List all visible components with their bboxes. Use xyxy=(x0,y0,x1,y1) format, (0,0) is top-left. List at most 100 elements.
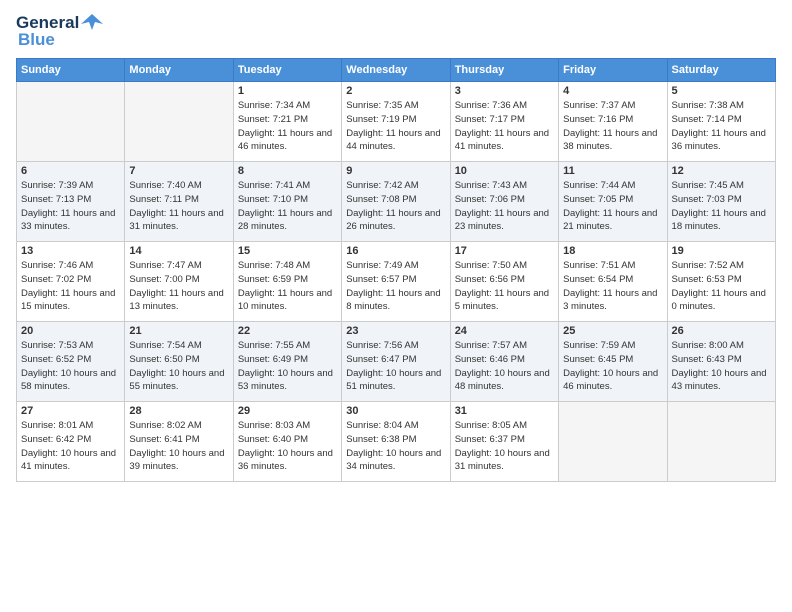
calendar-cell xyxy=(667,402,775,482)
col-header-saturday: Saturday xyxy=(667,59,775,82)
col-header-sunday: Sunday xyxy=(17,59,125,82)
cell-info: Daylight: 10 hours and 51 minutes. xyxy=(346,367,445,395)
day-number: 15 xyxy=(238,245,337,257)
calendar-cell: 1Sunrise: 7:34 AMSunset: 7:21 PMDaylight… xyxy=(233,82,341,162)
day-number: 23 xyxy=(346,325,445,337)
cell-info: Sunset: 7:06 PM xyxy=(455,193,554,207)
cell-info: Daylight: 11 hours and 0 minutes. xyxy=(672,287,771,315)
cell-info: Daylight: 11 hours and 23 minutes. xyxy=(455,207,554,235)
calendar-cell: 20Sunrise: 7:53 AMSunset: 6:52 PMDayligh… xyxy=(17,322,125,402)
header-row: SundayMondayTuesdayWednesdayThursdayFrid… xyxy=(17,59,776,82)
day-number: 24 xyxy=(455,325,554,337)
calendar-cell: 16Sunrise: 7:49 AMSunset: 6:57 PMDayligh… xyxy=(342,242,450,322)
cell-info: Sunrise: 7:50 AM xyxy=(455,259,554,273)
cell-info: Daylight: 10 hours and 48 minutes. xyxy=(455,367,554,395)
day-number: 20 xyxy=(21,325,120,337)
day-number: 14 xyxy=(129,245,228,257)
calendar-table: SundayMondayTuesdayWednesdayThursdayFrid… xyxy=(16,58,776,482)
logo-bird-icon xyxy=(81,12,103,34)
cell-info: Daylight: 11 hours and 5 minutes. xyxy=(455,287,554,315)
cell-info: Sunset: 7:14 PM xyxy=(672,113,771,127)
calendar-cell: 12Sunrise: 7:45 AMSunset: 7:03 PMDayligh… xyxy=(667,162,775,242)
cell-info: Sunset: 6:42 PM xyxy=(21,433,120,447)
cell-info: Sunrise: 7:53 AM xyxy=(21,339,120,353)
cell-info: Daylight: 10 hours and 58 minutes. xyxy=(21,367,120,395)
cell-info: Daylight: 11 hours and 38 minutes. xyxy=(563,127,662,155)
cell-info: Sunset: 6:59 PM xyxy=(238,273,337,287)
logo-blue: Blue xyxy=(18,30,55,50)
calendar-cell: 22 Sunrise: 7:55 AMSunset: 6:49 PMDayligh… xyxy=(233,322,341,402)
cell-info: Daylight: 10 hours and 43 minutes. xyxy=(672,367,771,395)
cell-info: Sunset: 6:47 PM xyxy=(346,353,445,367)
calendar-week-3: 13Sunrise: 7:46 AMSunset: 7:02 PMDayligh… xyxy=(17,242,776,322)
day-number: 25 xyxy=(563,325,662,337)
cell-info: Sunrise: 7:37 AM xyxy=(563,99,662,113)
cell-info: Sunset: 7:13 PM xyxy=(21,193,120,207)
cell-info: Sunset: 7:11 PM xyxy=(129,193,228,207)
cell-info: Daylight: 11 hours and 44 minutes. xyxy=(346,127,445,155)
cell-info: Sunrise: 8:00 AM xyxy=(672,339,771,353)
calendar-cell: 8Sunrise: 7:41 AMSunset: 7:10 PMDaylight… xyxy=(233,162,341,242)
cell-info: Sunset: 6:54 PM xyxy=(563,273,662,287)
cell-info: Sunset: 7:02 PM xyxy=(21,273,120,287)
day-number: 7 xyxy=(129,165,228,177)
calendar-week-1: 1Sunrise: 7:34 AMSunset: 7:21 PMDaylight… xyxy=(17,82,776,162)
cell-info: Sunset: 6:45 PM xyxy=(563,353,662,367)
calendar-week-5: 27Sunrise: 8:01 AMSunset: 6:42 PMDayligh… xyxy=(17,402,776,482)
day-number: 13 xyxy=(21,245,120,257)
day-number: 28 xyxy=(129,405,228,417)
day-number: 21 xyxy=(129,325,228,337)
cell-info: Sunrise: 7:46 AM xyxy=(21,259,120,273)
calendar-cell: 6Sunrise: 7:39 AMSunset: 7:13 PMDaylight… xyxy=(17,162,125,242)
cell-info: Daylight: 11 hours and 21 minutes. xyxy=(563,207,662,235)
cell-info: Sunset: 6:41 PM xyxy=(129,433,228,447)
day-number: 17 xyxy=(455,245,554,257)
cell-info: Sunrise: 7:41 AM xyxy=(238,179,337,193)
calendar-cell: 15Sunrise: 7:48 AMSunset: 6:59 PMDayligh… xyxy=(233,242,341,322)
day-number: 30 xyxy=(346,405,445,417)
calendar-cell: 31Sunrise: 8:05 AMSunset: 6:37 PMDayligh… xyxy=(450,402,558,482)
cell-info: Sunrise: 7:52 AM xyxy=(672,259,771,273)
calendar-cell: 18Sunrise: 7:51 AMSunset: 6:54 PMDayligh… xyxy=(559,242,667,322)
day-number: 31 xyxy=(455,405,554,417)
day-number: 9 xyxy=(346,165,445,177)
cell-info: Sunset: 6:49 PM xyxy=(238,353,337,367)
cell-info: Daylight: 11 hours and 15 minutes. xyxy=(21,287,120,315)
cell-info: Sunrise: 7:55 AM xyxy=(238,339,337,353)
calendar-cell: 26Sunrise: 8:00 AMSunset: 6:43 PMDayligh… xyxy=(667,322,775,402)
cell-info: Daylight: 10 hours and 36 minutes. xyxy=(238,447,337,475)
calendar-cell: 17Sunrise: 7:50 AMSunset: 6:56 PMDayligh… xyxy=(450,242,558,322)
cell-info: Sunset: 7:10 PM xyxy=(238,193,337,207)
calendar-week-2: 6Sunrise: 7:39 AMSunset: 7:13 PMDaylight… xyxy=(17,162,776,242)
calendar-cell: 14Sunrise: 7:47 AMSunset: 7:00 PMDayligh… xyxy=(125,242,233,322)
cell-info: Daylight: 11 hours and 46 minutes. xyxy=(238,127,337,155)
calendar-cell: 25Sunrise: 7:59 AMSunset: 6:45 PMDayligh… xyxy=(559,322,667,402)
cell-info: Sunset: 6:38 PM xyxy=(346,433,445,447)
cell-info: Sunrise: 8:05 AM xyxy=(455,419,554,433)
cell-info: Sunrise: 8:04 AM xyxy=(346,419,445,433)
day-number: 22 xyxy=(238,325,337,337)
cell-info: Sunset: 7:21 PM xyxy=(238,113,337,127)
cell-info: Sunset: 6:46 PM xyxy=(455,353,554,367)
cell-info: Sunrise: 7:40 AM xyxy=(129,179,228,193)
cell-info: Sunset: 7:19 PM xyxy=(346,113,445,127)
day-number: 4 xyxy=(563,85,662,97)
calendar-cell xyxy=(125,82,233,162)
cell-info: Sunrise: 7:35 AM xyxy=(346,99,445,113)
day-number: 29 xyxy=(238,405,337,417)
cell-info: Daylight: 10 hours and 53 minutes. xyxy=(238,367,337,395)
cell-info: Daylight: 11 hours and 33 minutes. xyxy=(21,207,120,235)
col-header-wednesday: Wednesday xyxy=(342,59,450,82)
calendar-cell: 24Sunrise: 7:57 AMSunset: 6:46 PMDayligh… xyxy=(450,322,558,402)
logo: General Blue xyxy=(16,12,103,50)
day-number: 16 xyxy=(346,245,445,257)
cell-info: Sunset: 6:40 PM xyxy=(238,433,337,447)
cell-info: Sunrise: 7:42 AM xyxy=(346,179,445,193)
cell-info: Sunrise: 7:36 AM xyxy=(455,99,554,113)
cell-info: Sunrise: 7:54 AM xyxy=(129,339,228,353)
day-number: 12 xyxy=(672,165,771,177)
cell-info: Sunset: 7:05 PM xyxy=(563,193,662,207)
day-number: 5 xyxy=(672,85,771,97)
calendar-cell: 13 Sunrise: 7:46 AMSunset: 7:02 PMDayligh… xyxy=(17,242,125,322)
calendar-cell: 7Sunrise: 7:40 AMSunset: 7:11 PMDaylight… xyxy=(125,162,233,242)
